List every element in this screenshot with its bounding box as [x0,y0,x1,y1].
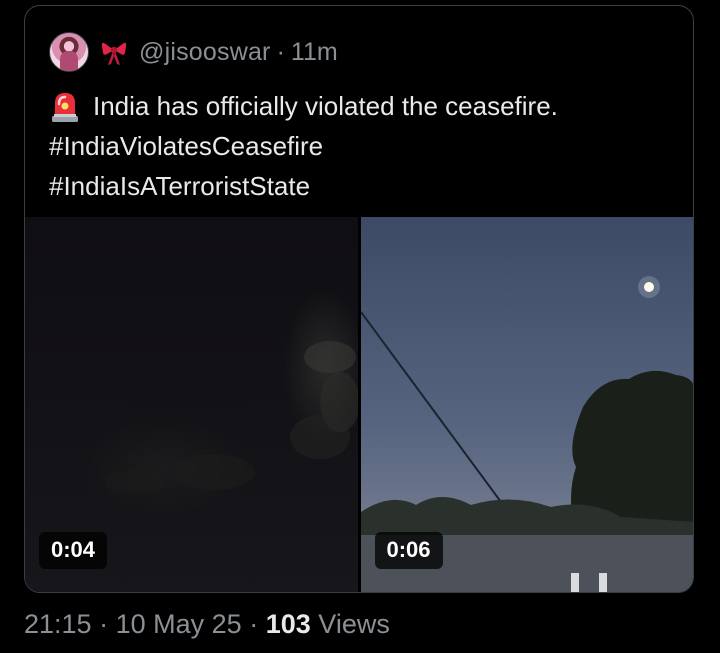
tweet-text-main: India has officially violated the ceasef… [93,91,558,121]
tweet-line-3: #IndiaIsATerroristState [49,166,689,206]
siren-emoji-icon [52,93,78,122]
header-separator: · [276,37,285,66]
meta-separator: · [99,609,109,639]
post-date[interactable]: 10 May 25 [116,609,242,639]
quoted-tweet-card[interactable]: @jisooswar · 11m India has officially vi… [24,5,694,593]
tweet-meta: 21:15 · 10 May 25 · 103 Views [24,609,390,640]
tweet-time-ago[interactable]: 11m [291,38,338,67]
views-count: 103 [265,609,311,639]
avatar[interactable] [49,32,89,72]
post-time[interactable]: 21:15 [24,609,92,639]
tweet-line-1: India has officially violated the ceasef… [49,86,689,126]
video-2-duration: 0:06 [374,532,443,569]
tweet-line-2: #IndiaViolatesCeasefire [49,126,689,166]
media-grid: 0:04 0:06 [25,217,693,592]
views-label: Views [318,609,390,639]
tweet-text: India has officially violated the ceasef… [49,86,689,206]
author-handle[interactable]: @jisooswar [139,38,271,67]
hashtag-india-violates-ceasefire[interactable]: #IndiaViolatesCeasefire [49,126,323,166]
ribbon-emoji-icon [101,42,127,65]
video-1[interactable]: 0:04 [25,217,358,592]
video-1-duration: 0:04 [39,532,108,569]
hashtag-india-is-a-terrorist-state[interactable]: #IndiaIsATerroristState [49,166,310,206]
meta-separator: · [249,609,259,639]
video-2[interactable]: 0:06 [360,217,693,592]
quote-header: @jisooswar · 11m [49,32,338,72]
